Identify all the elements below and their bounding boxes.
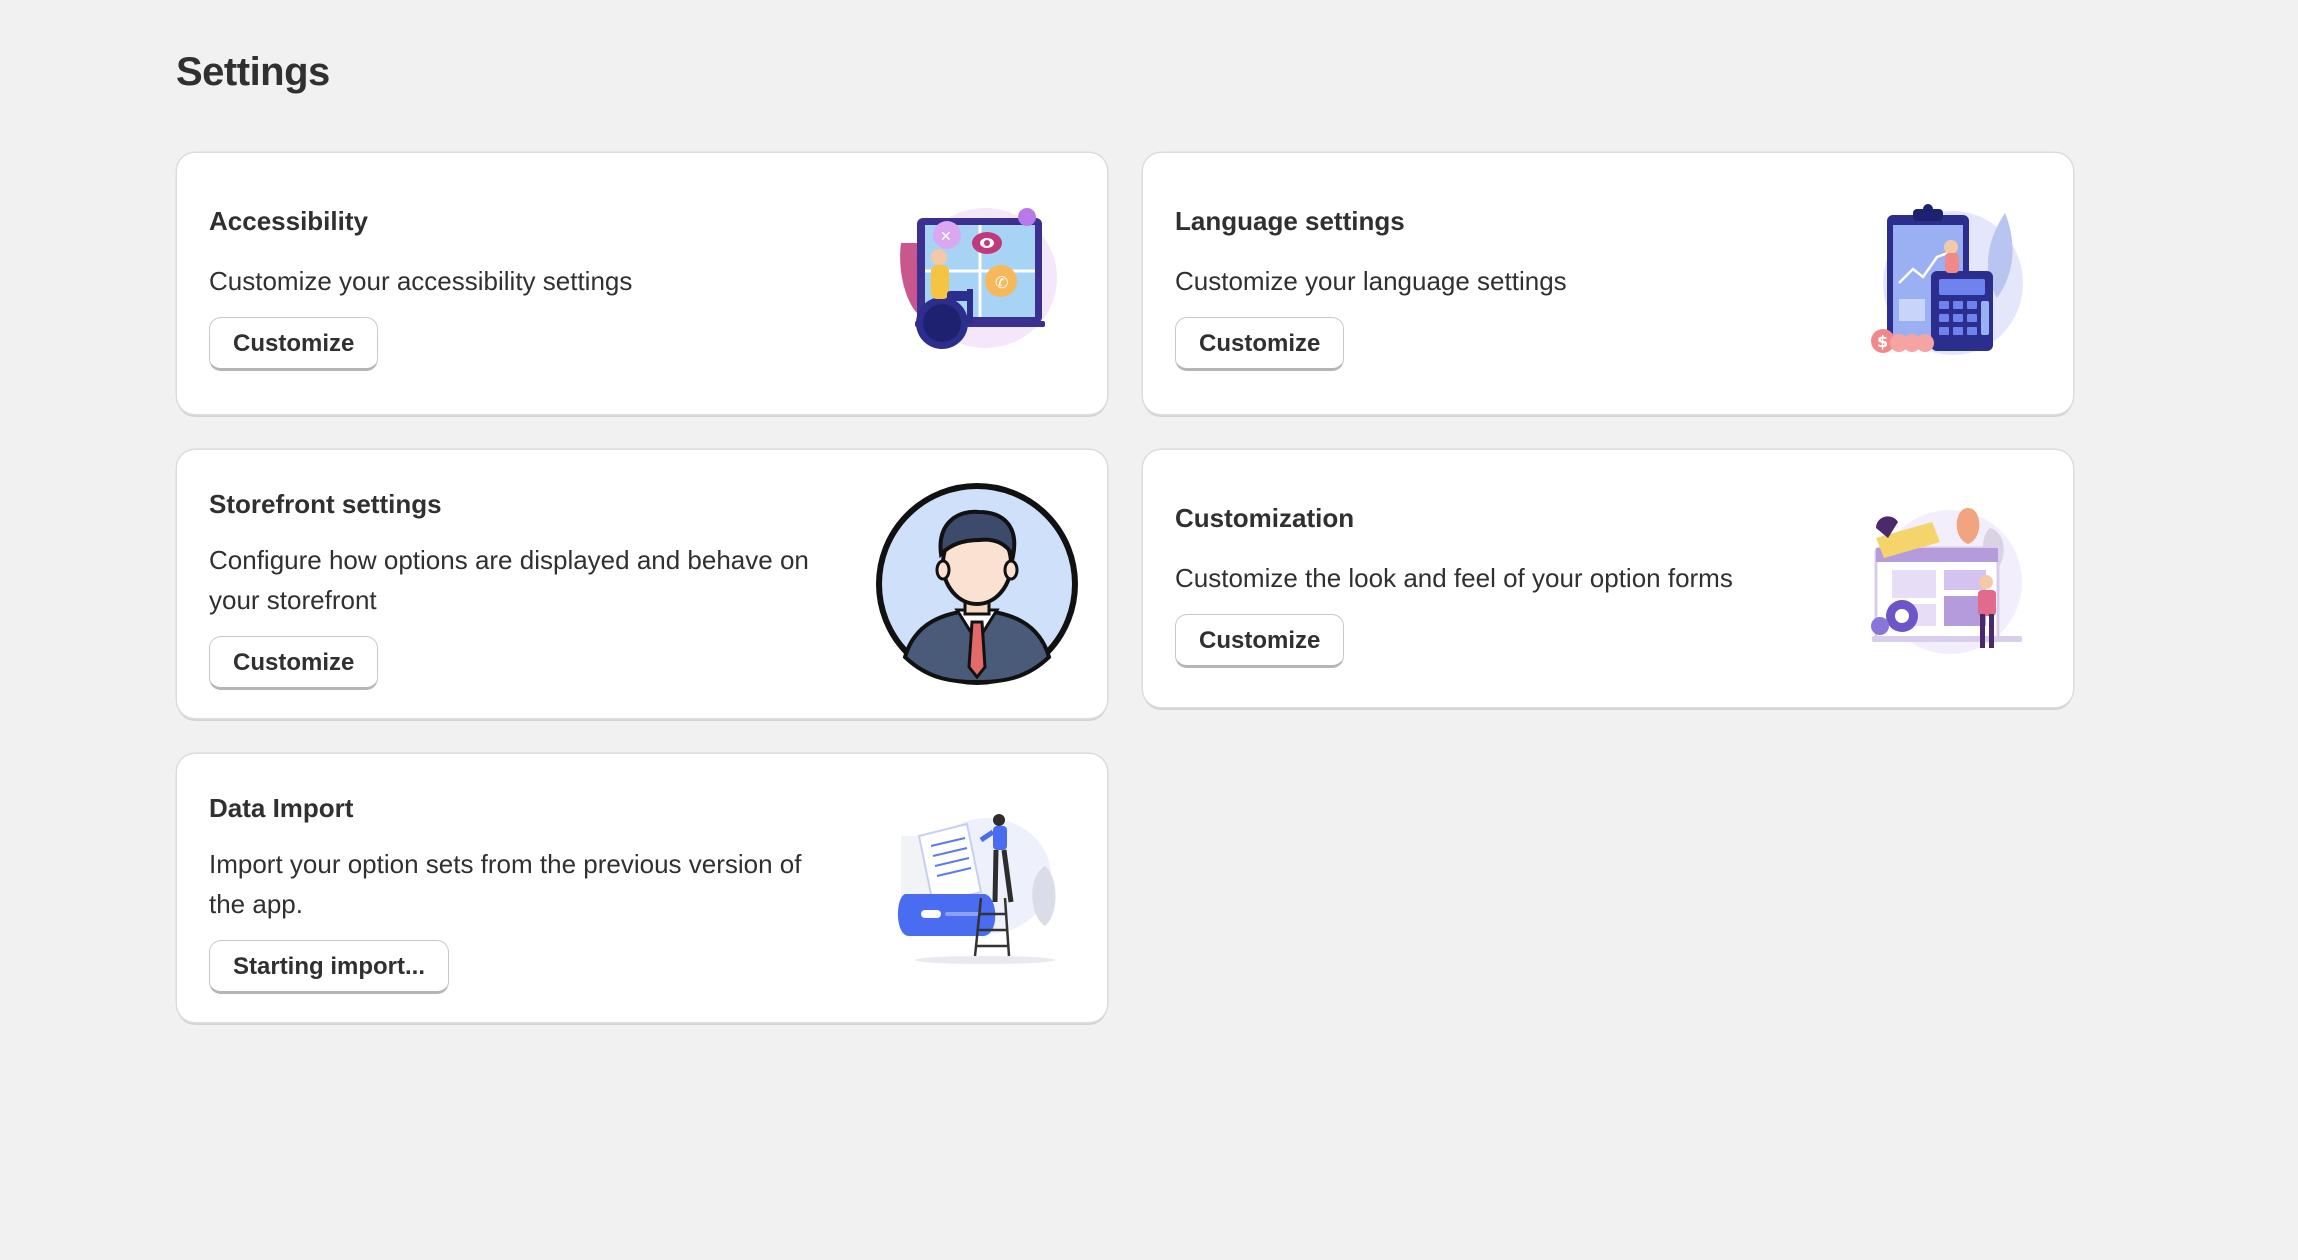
customization-title: Customization xyxy=(1175,503,1355,533)
data-import-card-body: Data Import Import your option sets from… xyxy=(209,792,849,994)
language-card-body: Language settings Customize your languag… xyxy=(1175,205,1815,371)
customization-card: Customization Customize the look and fee… xyxy=(1143,450,2073,707)
language-title: Language settings xyxy=(1175,206,1405,236)
customization-card-body: Customization Customize the look and fee… xyxy=(1175,502,1815,668)
language-illustration: $ xyxy=(1871,204,2023,355)
customization-customize-button[interactable]: Customize xyxy=(1175,614,1345,668)
storefront-avatar-illustration xyxy=(876,483,1078,685)
accessibility-customize-button[interactable]: Customize xyxy=(209,317,379,371)
language-description: Customize your language settings xyxy=(1175,266,1567,296)
storefront-title: Storefront settings xyxy=(209,489,442,519)
settings-page: Settings Accessibility Customize your ac… xyxy=(0,0,2298,1260)
svg-text:$: $ xyxy=(1877,332,1888,351)
language-card: Language settings Customize your languag… xyxy=(1143,153,2073,414)
svg-text:✕: ✕ xyxy=(940,229,952,245)
storefront-description: Configure how options are displayed and … xyxy=(209,545,809,615)
data-import-description: Import your option sets from the previou… xyxy=(209,849,802,919)
storefront-card: Storefront settings Configure how option… xyxy=(177,450,1107,718)
accessibility-title: Accessibility xyxy=(209,206,368,236)
storefront-customize-button[interactable]: Customize xyxy=(209,636,379,690)
accessibility-card: Accessibility Customize your accessibili… xyxy=(177,153,1107,414)
customization-description: Customize the look and feel of your opti… xyxy=(1175,563,1733,593)
starting-import-button[interactable]: Starting import... xyxy=(209,940,449,994)
language-customize-button[interactable]: Customize xyxy=(1175,317,1345,371)
accessibility-illustration: ✕ ✆ xyxy=(900,208,1057,349)
data-import-illustration xyxy=(897,814,1056,964)
accessibility-card-body: Accessibility Customize your accessibili… xyxy=(209,205,849,371)
data-import-card: Data Import Import your option sets from… xyxy=(177,754,1107,1022)
storefront-card-body: Storefront settings Configure how option… xyxy=(209,488,849,690)
page-title: Settings xyxy=(176,50,330,94)
accessibility-description: Customize your accessibility settings xyxy=(209,266,633,296)
svg-text:✆: ✆ xyxy=(995,273,1008,292)
customization-illustration xyxy=(1871,508,2022,654)
data-import-title: Data Import xyxy=(209,793,354,823)
